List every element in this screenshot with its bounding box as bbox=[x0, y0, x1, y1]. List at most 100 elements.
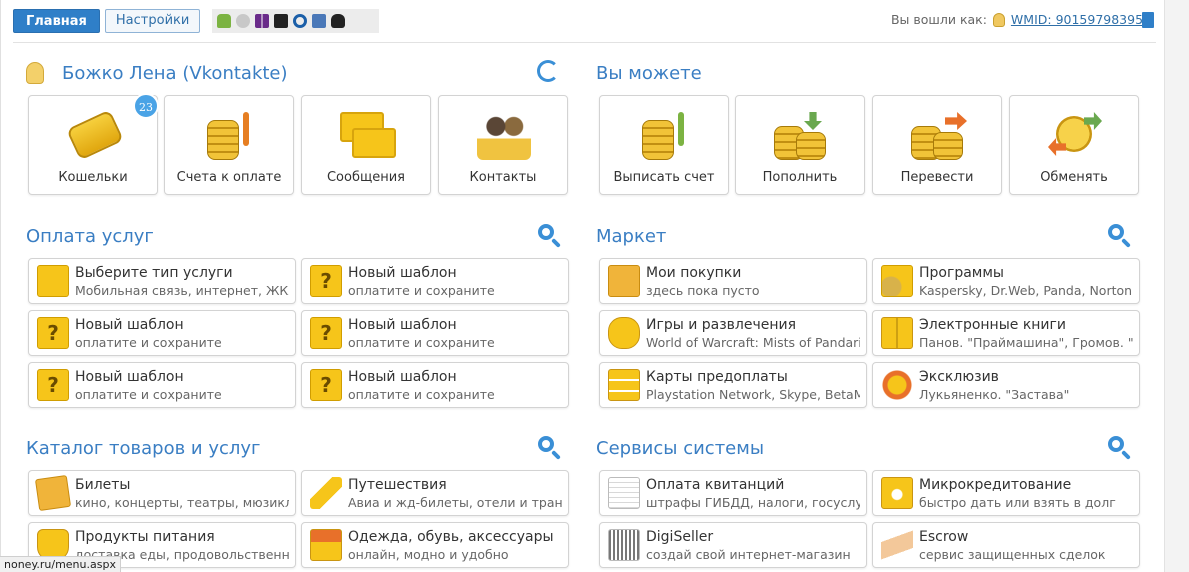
item-title: DigiSeller bbox=[646, 529, 714, 545]
down-arrow-icon bbox=[804, 112, 822, 130]
transfer-coins-icon bbox=[911, 112, 967, 160]
tile-invoice[interactable]: Выписать счет bbox=[599, 95, 729, 195]
item-subtitle: Лукьяненко. "Застава" bbox=[919, 387, 1070, 402]
tickets-item[interactable]: Билеты кино, концерты, театры, мюзиклы bbox=[28, 470, 296, 516]
receipts-item[interactable]: Оплата квитанций штрафы ГИБДД, налоги, г… bbox=[599, 470, 867, 516]
prepaid-item[interactable]: Карты предоплаты Playstation Network, Sk… bbox=[599, 362, 867, 408]
ebooks-item[interactable]: Электронные книги Панов. "Праймашина", Г… bbox=[872, 310, 1140, 356]
item-title: Новый шаблон bbox=[348, 265, 457, 281]
digiseller-icon bbox=[608, 529, 640, 561]
question-icon: ? bbox=[310, 369, 342, 401]
purchases-item[interactable]: Мои покупки здесь пока пусто bbox=[599, 258, 867, 304]
template-item[interactable]: ? Новый шаблон оплатите и сохраните bbox=[28, 310, 296, 356]
digiseller-item[interactable]: DigiSeller создай свой интернет-магазин bbox=[599, 522, 867, 568]
purchases-icon bbox=[608, 265, 640, 297]
receipt-icon bbox=[608, 477, 640, 509]
linux-icon[interactable] bbox=[331, 14, 346, 28]
coins-exclamation-icon bbox=[203, 112, 257, 160]
tile-label: Выписать счет bbox=[613, 170, 715, 185]
template-item[interactable]: ? Новый шаблон оплатите и сохраните bbox=[301, 258, 569, 304]
mac-icon[interactable] bbox=[312, 14, 327, 28]
exchange-coins-icon bbox=[1048, 112, 1102, 160]
template-item[interactable]: ? Новый шаблон оплатите и сохраните bbox=[301, 310, 569, 356]
profile-name: Божко Лена (Vkontakte) bbox=[62, 62, 288, 84]
item-subtitle: Мобильная связь, интернет, ЖКХ bbox=[75, 283, 289, 298]
item-subtitle: World of Warcraft: Mists of Pandaria bbox=[646, 335, 860, 350]
microcredit-item[interactable]: Микрокредитование быстро дать или взять … bbox=[872, 470, 1140, 516]
clothes-item[interactable]: Одежда, обувь, аксессуары онлайн, модно … bbox=[301, 522, 569, 568]
item-subtitle: Playstation Network, Skype, BetaMax bbox=[646, 387, 860, 402]
platform-icons bbox=[212, 9, 380, 33]
tickets-icon bbox=[34, 474, 72, 512]
avatar-icon bbox=[26, 62, 44, 84]
item-title: Продукты питания bbox=[75, 529, 215, 545]
software-item[interactable]: Программы Kaspersky, Dr.Web, Panda, Nort… bbox=[872, 258, 1140, 304]
tile-bills[interactable]: Счета к оплате bbox=[164, 95, 294, 195]
travel-item[interactable]: Путешествия Авиа и жд-билеты, отели и тр… bbox=[301, 470, 569, 516]
system-title: Сервисы системы bbox=[596, 438, 765, 459]
tile-transfer[interactable]: Перевести bbox=[872, 95, 1002, 195]
tile-topup[interactable]: Пополнить bbox=[735, 95, 865, 195]
system-search-icon[interactable] bbox=[1108, 436, 1132, 460]
item-subtitle: кино, концерты, театры, мюзиклы bbox=[75, 495, 289, 510]
android-icon[interactable] bbox=[217, 14, 232, 28]
coins-stack-2 bbox=[933, 132, 963, 160]
right-scroll-panel[interactable] bbox=[1164, 0, 1189, 572]
item-subtitle: Авиа и жд-билеты, отели и транспорт bbox=[348, 495, 562, 510]
item-subtitle: Панов. "Праймашина", Громов. "Цифровой bbox=[919, 335, 1133, 350]
refresh-icon[interactable] bbox=[537, 60, 559, 82]
logout-icon[interactable] bbox=[1142, 12, 1154, 28]
template-item[interactable]: ? Новый шаблон оплатите и сохраните bbox=[301, 362, 569, 408]
contacts-icon bbox=[477, 112, 531, 160]
item-title: Новый шаблон bbox=[348, 369, 457, 385]
travel-icon bbox=[310, 477, 342, 509]
blackberry-icon[interactable] bbox=[274, 14, 289, 28]
header-divider bbox=[13, 42, 1156, 43]
tile-contacts[interactable]: Контакты bbox=[438, 95, 568, 195]
settings-button[interactable]: Настройки bbox=[104, 9, 201, 33]
item-title: Билеты bbox=[75, 477, 131, 493]
item-subtitle: оплатите и сохраните bbox=[348, 283, 495, 298]
question-icon: ? bbox=[37, 317, 69, 349]
gamepad-icon bbox=[608, 317, 640, 349]
microcredit-icon bbox=[881, 477, 913, 509]
user-info: Вы вошли как: WMID: 901597983959 bbox=[891, 12, 1151, 27]
green-mark bbox=[678, 112, 684, 146]
item-subtitle: быстро дать или взять в долг bbox=[919, 495, 1116, 510]
ebook-icon bbox=[881, 317, 913, 349]
question-icon: ? bbox=[310, 317, 342, 349]
item-subtitle: Kaspersky, Dr.Web, Panda, Norton bbox=[919, 283, 1133, 298]
coins-stack bbox=[207, 120, 239, 160]
invoice-coins-icon bbox=[638, 112, 692, 160]
right-arrow-icon bbox=[945, 112, 967, 130]
escrow-handshake-icon bbox=[881, 529, 913, 561]
apple-icon[interactable] bbox=[236, 14, 251, 28]
item-title: Новый шаблон bbox=[75, 369, 184, 385]
item-title: Escrow bbox=[919, 529, 969, 545]
item-subtitle: создай свой интернет-магазин bbox=[646, 547, 851, 562]
service-type-item[interactable]: Выберите тип услуги Мобильная связь, инт… bbox=[28, 258, 296, 304]
template-item[interactable]: ? Новый шаблон оплатите и сохраните bbox=[28, 362, 296, 408]
escrow-item[interactable]: Escrow сервис защищенных сделок bbox=[872, 522, 1140, 568]
catalog-title: Каталог товаров и услуг bbox=[26, 438, 261, 459]
item-title: Оплата квитанций bbox=[646, 477, 785, 493]
envelope-front bbox=[352, 128, 396, 158]
item-title: Путешествия bbox=[348, 477, 447, 493]
coins-stack bbox=[642, 120, 674, 160]
tile-messages[interactable]: Сообщения bbox=[301, 95, 431, 195]
wmid-link[interactable]: WMID: 901597983959 bbox=[1011, 12, 1151, 27]
windows-icon[interactable] bbox=[255, 14, 270, 28]
clothes-icon bbox=[310, 529, 342, 561]
item-title: Новый шаблон bbox=[348, 317, 457, 333]
item-title: Карты предоплаты bbox=[646, 369, 788, 385]
item-title: Одежда, обувь, аксессуары bbox=[348, 529, 554, 545]
tile-exchange[interactable]: Обменять bbox=[1009, 95, 1139, 195]
market-search-icon[interactable] bbox=[1108, 224, 1132, 248]
question-icon: ? bbox=[310, 265, 342, 297]
exclusive-item[interactable]: Эксклюзив Лукьяненко. "Застава" bbox=[872, 362, 1140, 408]
games-item[interactable]: Игры и развлечения World of Warcraft: Mi… bbox=[599, 310, 867, 356]
catalog-search-icon[interactable] bbox=[538, 436, 562, 460]
main-button[interactable]: Главная bbox=[13, 9, 100, 33]
services-search-icon[interactable] bbox=[538, 224, 562, 248]
opera-icon[interactable] bbox=[293, 14, 308, 28]
